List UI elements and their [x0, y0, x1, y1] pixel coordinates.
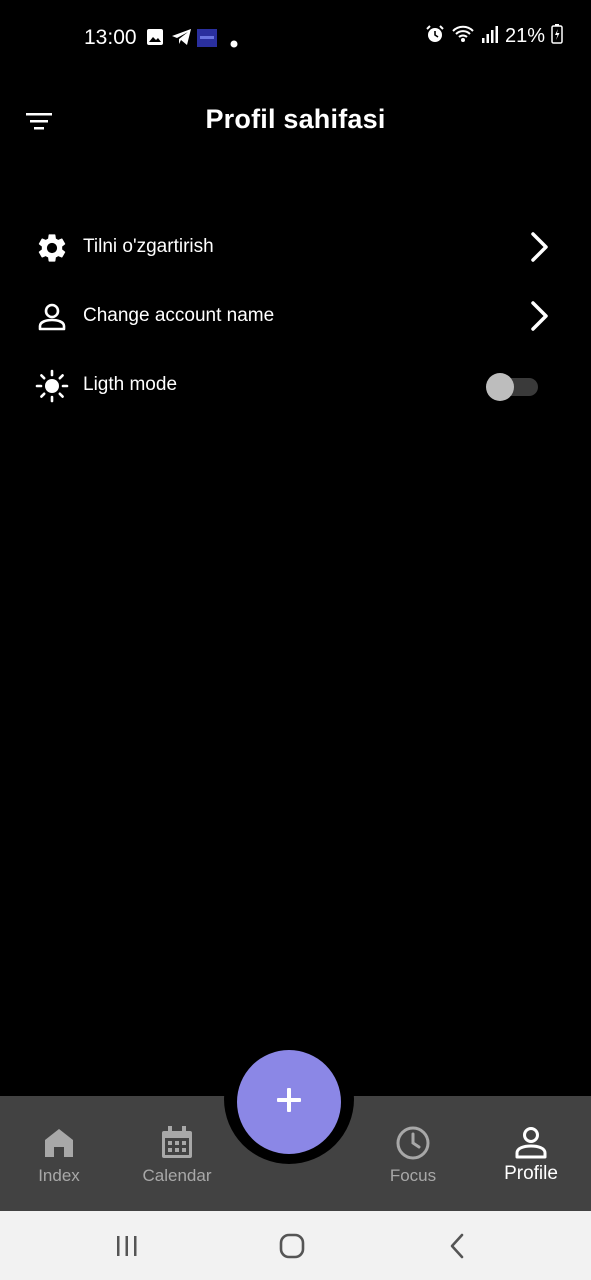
chevron-right-icon: [526, 300, 554, 332]
alarm-icon: [425, 24, 445, 49]
clock-icon: [394, 1124, 432, 1162]
wifi-icon: [451, 24, 475, 49]
nav-label: Calendar: [142, 1166, 212, 1185]
settings-item-light-mode: Ligth mode: [0, 355, 591, 415]
sun-icon: [35, 369, 69, 403]
gear-icon: [35, 231, 69, 265]
status-right: 21%: [425, 24, 563, 49]
nav-label: Index: [38, 1166, 80, 1185]
recents-icon[interactable]: [112, 1231, 142, 1261]
person-icon: [35, 300, 69, 334]
signal-icon: [481, 24, 499, 49]
settings-item-language[interactable]: Tilni o'zgartirish: [0, 217, 591, 277]
calendar-icon: [158, 1124, 196, 1162]
nav-item-focus[interactable]: Focus: [354, 1096, 472, 1211]
settings-item-label: Tilni o'zgartirish: [83, 236, 214, 257]
page-title: Profil sahifasi: [205, 104, 386, 134]
system-navigation-bar: [0, 1211, 591, 1280]
image-icon: [146, 28, 164, 51]
back-icon[interactable]: [443, 1231, 473, 1261]
app-badge-icon: [197, 29, 217, 52]
battery-charging-icon: [551, 24, 563, 49]
switch-thumb: [486, 373, 514, 401]
chevron-right-icon: [526, 231, 554, 263]
light-mode-switch[interactable]: [486, 371, 540, 401]
dot-icon: [230, 35, 238, 53]
settings-item-label: Ligth mode: [83, 374, 178, 395]
home-icon: [40, 1124, 78, 1162]
battery-percent: 21%: [504, 25, 545, 47]
settings-item-label: Change account name: [83, 305, 275, 326]
add-button[interactable]: [237, 1050, 341, 1154]
nav-item-index[interactable]: Index: [0, 1096, 118, 1211]
plus-icon: [275, 1086, 303, 1119]
nav-label: Profile: [504, 1163, 558, 1184]
status-bar: 13:00 21%: [0, 0, 591, 78]
settings-item-account-name[interactable]: Change account name: [0, 286, 591, 346]
nav-item-calendar[interactable]: Calendar: [118, 1096, 236, 1211]
person-icon: [512, 1124, 550, 1162]
nav-label: Focus: [389, 1166, 437, 1185]
home-circle-icon[interactable]: [277, 1231, 307, 1261]
nav-item-profile[interactable]: Profile: [472, 1096, 590, 1211]
telegram-icon: [171, 28, 192, 51]
status-time: 13:00: [84, 26, 137, 49]
